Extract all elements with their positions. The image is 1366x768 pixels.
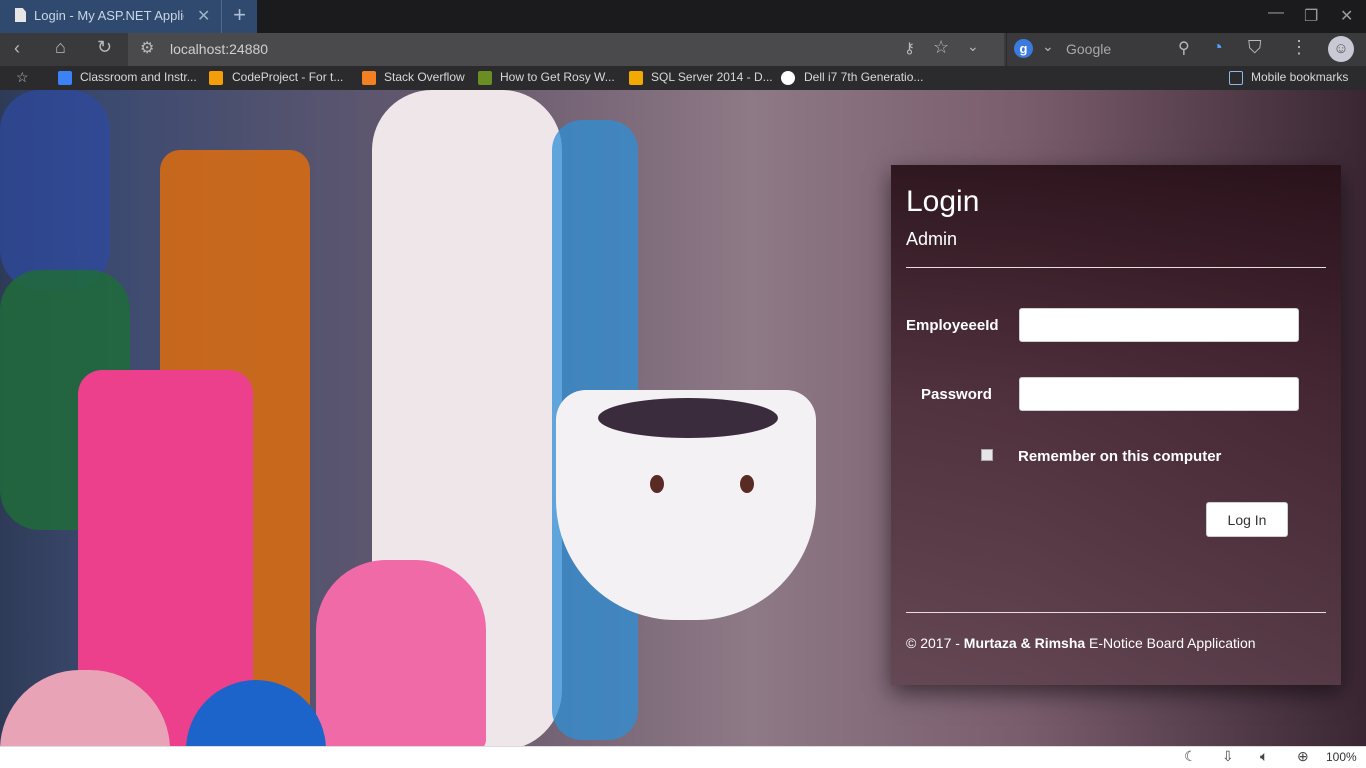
- bookmark-stackoverflow[interactable]: Stack Overflow: [384, 70, 465, 84]
- night-mode-icon[interactable]: ☾: [1184, 748, 1197, 765]
- bookmarks-star-icon[interactable]: ☆: [16, 69, 29, 86]
- bookmark-star-icon[interactable]: ☆: [933, 37, 949, 58]
- footer-authors: Murtaza & Rimsha: [963, 635, 1086, 651]
- page-subtitle: Admin: [906, 229, 958, 249]
- profile-avatar-icon[interactable]: ☺: [1328, 36, 1354, 62]
- footer-suffix: E-Notice Board Application: [1085, 635, 1256, 651]
- search-icon[interactable]: ⚲: [1178, 38, 1190, 58]
- download-icon[interactable]: ⇩: [1222, 748, 1234, 765]
- bookmark-dell[interactable]: Dell i7 7th Generatio...: [804, 70, 923, 84]
- login-button[interactable]: Log In: [1206, 502, 1288, 537]
- chevron-down-icon[interactable]: ⌄: [967, 38, 979, 55]
- bookmark-rosy[interactable]: How to Get Rosy W...: [500, 70, 615, 84]
- new-tab-button[interactable]: +: [222, 0, 257, 33]
- search-placeholder: Google: [1066, 41, 1112, 57]
- bg-cup-eye: [650, 475, 664, 493]
- bg-blue-marker: [0, 90, 110, 290]
- window-close-icon[interactable]: ✕: [1340, 6, 1353, 26]
- page-icon: [15, 8, 26, 22]
- back-icon[interactable]: ‹: [14, 38, 20, 59]
- browser-tab[interactable]: Login - My ASP.NET Application ✕: [0, 0, 222, 33]
- mobile-bookmarks[interactable]: Mobile bookmarks: [1251, 70, 1348, 84]
- bookmark-sqlserver[interactable]: SQL Server 2014 - D...: [651, 70, 773, 84]
- menu-icon[interactable]: ⋮: [1290, 37, 1308, 58]
- bookmark-codeproject[interactable]: CodeProject - For t...: [232, 70, 343, 84]
- password-label: Password: [921, 386, 992, 403]
- mobile-bookmarks-icon: [1229, 71, 1243, 85]
- site-info-icon[interactable]: ⚙: [140, 38, 154, 58]
- stackoverflow-icon: [362, 71, 376, 85]
- bg-pink-cap: [316, 560, 486, 746]
- employee-id-label: EmployeeeId: [906, 317, 999, 334]
- shield-icon[interactable]: ⛉: [1248, 37, 1262, 58]
- volume-icon[interactable]: 🔈︎: [1260, 748, 1268, 765]
- footer: © 2017 - Murtaza & Rimsha E-Notice Board…: [906, 635, 1256, 651]
- status-bar: [0, 746, 1366, 768]
- url-text: localhost:24880: [170, 41, 269, 57]
- tab-close-icon[interactable]: ✕: [197, 6, 210, 26]
- bg-cup-eye: [740, 475, 754, 493]
- key-icon[interactable]: ⚷: [904, 39, 915, 57]
- speed-icon[interactable]: ◔: [1212, 37, 1223, 58]
- password-input[interactable]: [1019, 377, 1299, 411]
- olx-icon: [781, 71, 795, 85]
- tab-title: Login - My ASP.NET Application: [34, 8, 184, 23]
- codeproject-icon: [209, 71, 223, 85]
- login-panel: Login Admin EmployeeeId Password Remembe…: [891, 165, 1341, 685]
- page-title: Login: [906, 185, 980, 218]
- minimize-icon[interactable]: —: [1268, 4, 1284, 22]
- remember-label: Remember on this computer: [1018, 448, 1222, 465]
- sqlserver-icon: [629, 71, 643, 85]
- home-icon[interactable]: ⌂: [55, 37, 66, 58]
- zoom-icon[interactable]: ⊕: [1297, 748, 1309, 765]
- site-icon: [478, 71, 492, 85]
- divider: [906, 267, 1326, 268]
- divider: [906, 612, 1326, 613]
- classroom-icon: [58, 71, 72, 85]
- zoom-level[interactable]: 100%: [1326, 750, 1357, 764]
- restore-icon[interactable]: ❐: [1304, 6, 1318, 26]
- reload-icon[interactable]: ↻: [97, 37, 112, 58]
- google-icon[interactable]: g: [1014, 39, 1033, 58]
- bookmark-classroom[interactable]: Classroom and Instr...: [80, 70, 197, 84]
- footer-prefix: © 2017 -: [906, 635, 964, 651]
- employee-id-input[interactable]: [1019, 308, 1299, 342]
- bg-cup-coffee: [598, 398, 778, 438]
- engine-dropdown-icon[interactable]: ⌄: [1042, 38, 1054, 55]
- remember-checkbox[interactable]: [981, 449, 993, 461]
